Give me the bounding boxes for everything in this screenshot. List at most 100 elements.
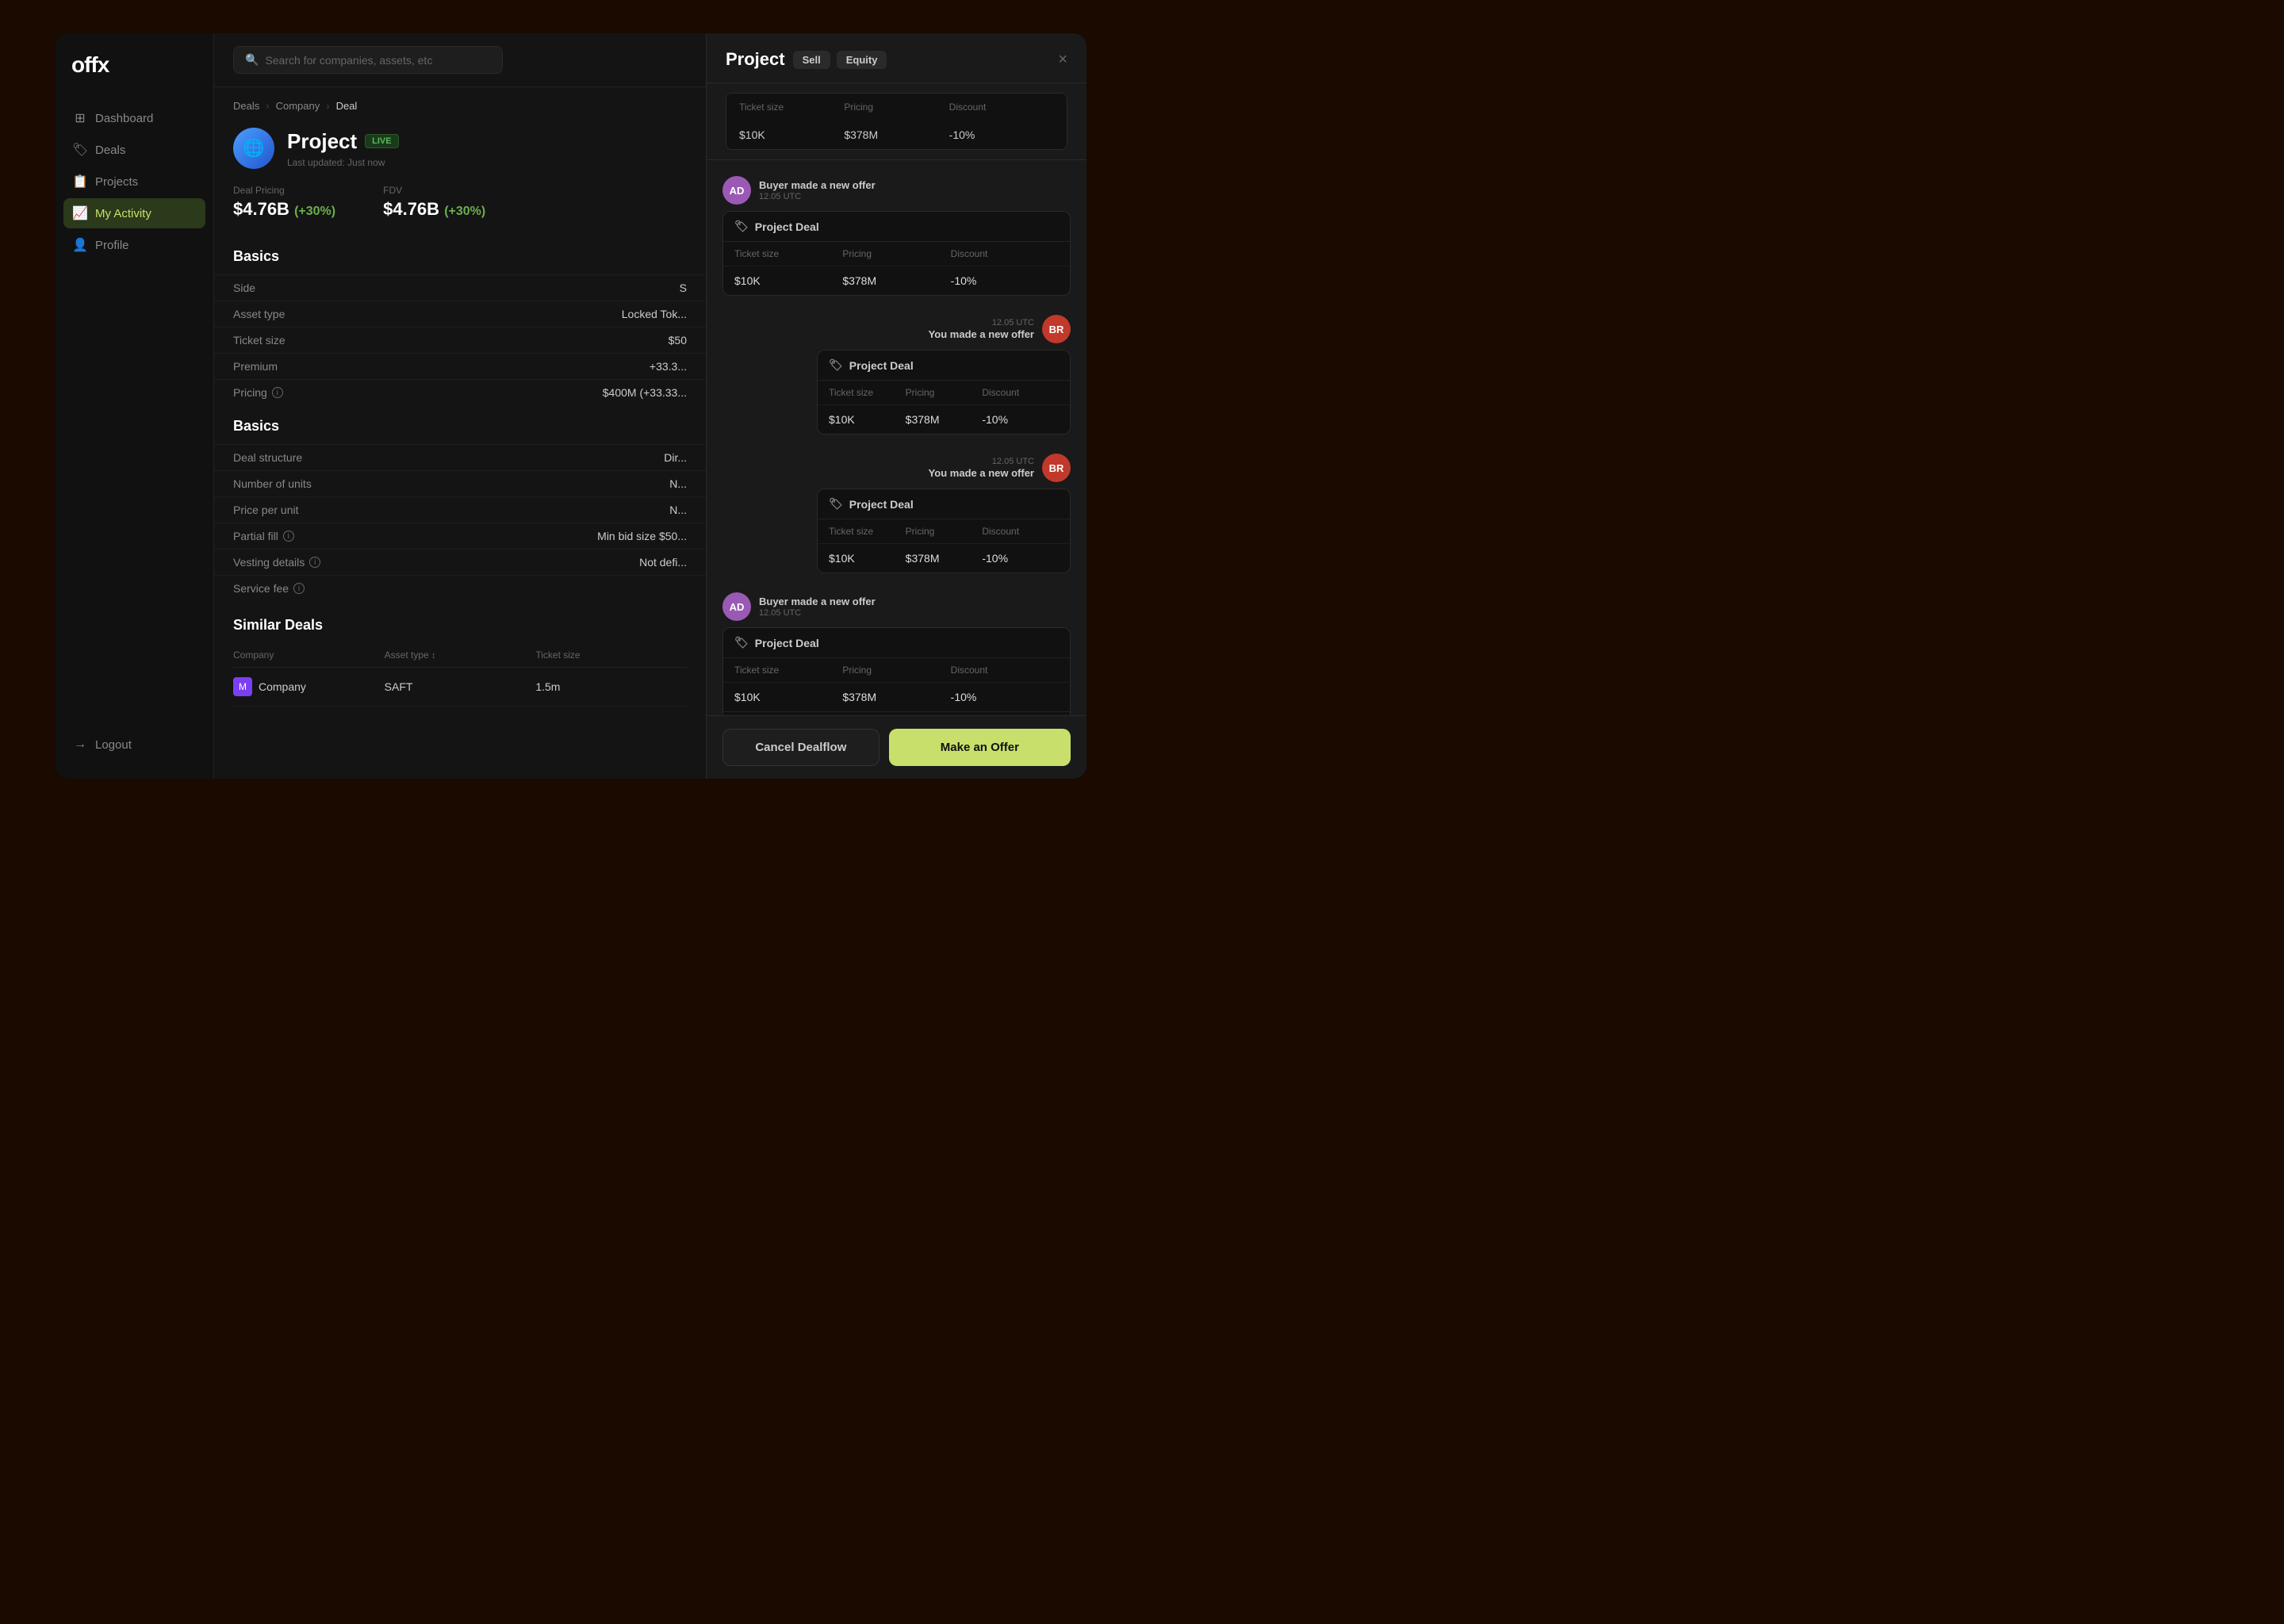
profile-icon: 👤 (73, 238, 87, 252)
company-icon: M (233, 677, 252, 696)
message-meta-3: 12.05 UTC You made a new offer (929, 457, 1034, 479)
chat-message-1: AD Buyer made a new offer 12.05 UTC 🏷 Pr… (707, 170, 1086, 302)
projects-icon: 📋 (73, 174, 87, 189)
panel-header: Project Sell Equity × (707, 33, 1086, 83)
deal-title-area: Project LIVE Last updated: Just now (287, 129, 399, 168)
message-meta-1: Buyer made a new offer 12.05 UTC (759, 179, 876, 201)
info-row-partial-fill: Partial fill i Min bid size $50... (214, 523, 706, 549)
app-container: offx ⊞ Dashboard 🏷 Deals 📋 Projects 📈 My… (56, 33, 1086, 779)
deal-title: Project LIVE (287, 129, 399, 154)
sidebar-nav: ⊞ Dashboard 🏷 Deals 📋 Projects 📈 My Acti… (56, 103, 213, 730)
offer-card-2: 🏷 Project Deal Ticket size Pricing Disco… (817, 350, 1071, 435)
info-row-premium: Premium +33.3... (214, 353, 706, 379)
breadcrumb-deals[interactable]: Deals (233, 100, 259, 112)
pricing-row: Deal Pricing $4.76B (+30%) FDV $4.76B (+… (214, 185, 706, 236)
offer-table-row-1: $10K $378M -10% (723, 266, 1070, 295)
offer-table-header-4: Ticket size Pricing Discount (723, 657, 1070, 682)
last-updated: Last updated: Just now (287, 157, 399, 168)
offer-card-header-4: 🏷 Project Deal (723, 628, 1070, 657)
dashboard-icon: ⊞ (73, 111, 87, 125)
tag-equity[interactable]: Equity (837, 51, 887, 69)
sidebar-item-deals[interactable]: 🏷 Deals (63, 135, 205, 165)
offer-card-3: 🏷 Project Deal Ticket size Pricing Disco… (817, 488, 1071, 573)
price-summary: Ticket size Pricing Discount $10K $378M … (707, 83, 1086, 160)
topbar: 🔍 Search for companies, assets, etc (214, 33, 706, 87)
deal-avatar: 🌐 (233, 128, 274, 169)
logout-label: Logout (95, 738, 132, 752)
breadcrumb-company[interactable]: Company (276, 100, 320, 112)
message-header-3: 12.05 UTC You made a new offer BR (929, 454, 1071, 482)
chat-message-3: 12.05 UTC You made a new offer BR 🏷 Proj… (707, 447, 1086, 580)
avatar-ad-1: AD (722, 176, 751, 205)
logo: offx (56, 52, 213, 103)
sidebar-item-label: My Activity (95, 207, 151, 220)
message-meta-4: Buyer made a new offer 12.05 UTC (759, 596, 876, 618)
price-table-row: $10K $378M -10% (726, 121, 1067, 149)
search-icon: 🔍 (245, 53, 259, 67)
deal-pricing: Deal Pricing $4.76B (+30%) (233, 185, 335, 220)
cancel-dealflow-button[interactable]: Cancel Dealflow (722, 729, 879, 766)
info-row-vesting: Vesting details i Not defi... (214, 549, 706, 575)
avatar-br-1: BR (1042, 315, 1071, 343)
sidebar-item-profile[interactable]: 👤 Profile (63, 230, 205, 260)
make-offer-button[interactable]: Make an Offer (889, 729, 1071, 766)
deal-header: 🌐 Project LIVE Last updated: Just now (214, 112, 706, 185)
breadcrumb-deal: Deal (336, 100, 358, 112)
info-row-asset-type: Asset type Locked Tok... (214, 301, 706, 327)
info-row-service-fee: Service fee i (214, 575, 706, 601)
chat-area: AD Buyer made a new offer 12.05 UTC 🏷 Pr… (707, 160, 1086, 715)
basics-table: Side S Asset type Locked Tok... Ticket s… (214, 274, 706, 405)
offer-table-row-3: $10K $378M -10% (818, 543, 1070, 573)
offer-table-header-3: Ticket size Pricing Discount (818, 519, 1070, 543)
chat-message-4: AD Buyer made a new offer 12.05 UTC 🏷 Pr… (707, 586, 1086, 715)
deals-icon: 🏷 (73, 143, 87, 157)
info-row-deal-structure: Deal structure Dir... (214, 444, 706, 470)
table-row: M Company SAFT 1.5m (233, 668, 687, 707)
similar-deals-header: Company Asset type ↕ Ticket size (233, 643, 687, 668)
offer-card-header-2: 🏷 Project Deal (818, 350, 1070, 380)
sidebar-item-label: Projects (95, 175, 138, 189)
avatar-br-2: BR (1042, 454, 1071, 482)
search-placeholder: Search for companies, assets, etc (265, 54, 432, 67)
sidebar-item-label: Deals (95, 144, 125, 157)
message-header-4: AD Buyer made a new offer 12.05 UTC (722, 592, 1071, 621)
logout-icon: → (73, 737, 87, 752)
panel-tags: Sell Equity (793, 51, 887, 69)
offer-table-header-1: Ticket size Pricing Discount (723, 241, 1070, 266)
info-row-units: Number of units N... (214, 470, 706, 496)
company-cell: M Company (233, 677, 385, 696)
sidebar-item-dashboard[interactable]: ⊞ Dashboard (63, 103, 205, 133)
info-row-ticket-size: Ticket size $50 (214, 327, 706, 353)
basics2-title: Basics (214, 405, 706, 444)
info-row-pricing: Pricing i $400M (+33.33... (214, 379, 706, 405)
offer-card-header-1: 🏷 Project Deal (723, 212, 1070, 241)
sidebar-item-label: Profile (95, 239, 129, 252)
close-button[interactable]: × (1058, 51, 1067, 69)
basics2-table: Deal structure Dir... Number of units N.… (214, 444, 706, 601)
sidebar-item-projects[interactable]: 📋 Projects (63, 167, 205, 197)
offer-table-header-2: Ticket size Pricing Discount (818, 380, 1070, 404)
offer-card-4: 🏷 Project Deal Ticket size Pricing Disco… (722, 627, 1071, 715)
live-badge: LIVE (365, 134, 398, 148)
message-header-1: AD Buyer made a new offer 12.05 UTC (722, 176, 1071, 205)
panel-footer: Cancel Dealflow Make an Offer (707, 715, 1086, 779)
right-panel: Project Sell Equity × Ticket size Pricin… (706, 33, 1086, 779)
info-row-price-per-unit: Price per unit N... (214, 496, 706, 523)
sidebar-bottom: → Logout (56, 730, 213, 760)
sidebar-item-my-activity[interactable]: 📈 My Activity (63, 198, 205, 228)
chat-message-2: 12.05 UTC You made a new offer BR 🏷 Proj… (707, 308, 1086, 441)
offer-card-1: 🏷 Project Deal Ticket size Pricing Disco… (722, 211, 1071, 296)
breadcrumb: Deals › Company › Deal (214, 87, 706, 112)
similar-deals: Similar Deals Company Asset type ↕ Ticke… (214, 601, 706, 707)
sidebar-item-label: Dashboard (95, 112, 153, 125)
search-box[interactable]: 🔍 Search for companies, assets, etc (233, 46, 503, 74)
info-row-side: Side S (214, 274, 706, 301)
price-table: Ticket size Pricing Discount $10K $378M … (726, 93, 1067, 150)
sidebar: offx ⊞ Dashboard 🏷 Deals 📋 Projects 📈 My… (56, 33, 214, 779)
offer-card-header-3: 🏷 Project Deal (818, 489, 1070, 519)
logout-button[interactable]: → Logout (63, 730, 205, 760)
tag-sell[interactable]: Sell (793, 51, 830, 69)
panel-title: Project Sell Equity (726, 49, 887, 70)
offer-table-row-4: $10K $378M -10% (723, 682, 1070, 711)
offer-table-row-2: $10K $378M -10% (818, 404, 1070, 434)
